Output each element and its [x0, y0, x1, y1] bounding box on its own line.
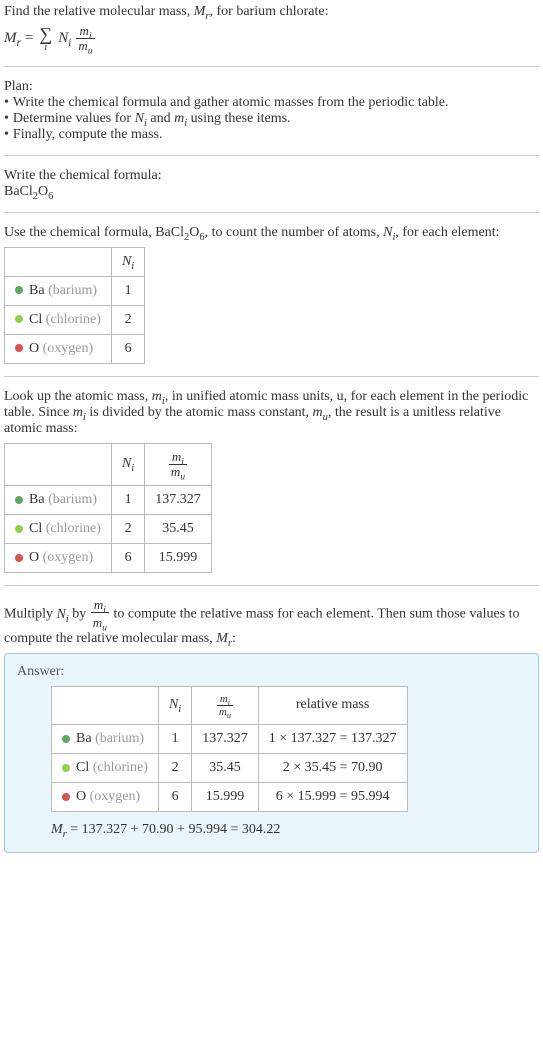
table-row: O (oxygen) 6 15.999 6 × 15.999 = 95.994: [52, 782, 408, 811]
count-text: Use the chemical formula, BaCl2O6, to co…: [4, 225, 539, 241]
ni-header: Ni: [111, 443, 144, 486]
table-row: Ba (barium) 1: [5, 276, 145, 305]
n-cell: 1: [158, 724, 191, 753]
sigma-symbol: ∑: [39, 25, 52, 43]
mass-cell: 15.999: [145, 544, 212, 573]
element-cell: Cl (chlorine): [5, 305, 112, 334]
element-dot: [15, 496, 23, 504]
element-dot: [15, 315, 23, 323]
lookup-text: Look up the atomic mass, mi, in unified …: [4, 389, 539, 437]
bullet: •: [4, 127, 9, 143]
write-formula-title: Write the chemical formula:: [4, 168, 539, 184]
element-dot: [62, 735, 70, 743]
mass-table: Ni mi mu Ba (barium) 1 137.327 Cl (chlor…: [4, 443, 212, 574]
final-equation: Mr = 137.327 + 70.90 + 95.994 = 304.22: [51, 822, 526, 838]
sigma: ∑ i: [39, 25, 52, 53]
relmass-cell: 2 × 35.45 = 70.90: [258, 753, 407, 782]
table-row: Ba (barium) 1 137.327 1 × 137.327 = 137.…: [52, 724, 408, 753]
answer-label: Answer:: [17, 664, 526, 680]
plan-item-text: Finally, compute the mass.: [13, 127, 163, 143]
answer-box: Answer: Ni mi mu relative mass Ba (bariu…: [4, 653, 539, 853]
plan-item-1: • Determine values for Ni and mi using t…: [4, 111, 539, 127]
element-cell: Ba (barium): [52, 724, 159, 753]
mass-cell: 35.45: [145, 515, 212, 544]
n-cell: 1: [111, 276, 144, 305]
n-cell: 6: [111, 544, 144, 573]
lookup-section: Look up the atomic mass, mi, in unified …: [4, 389, 539, 587]
mass-cell: 137.327: [192, 724, 259, 753]
ni-header: Ni: [111, 247, 144, 276]
plan-item-text: Write the chemical formula and gather at…: [13, 95, 449, 111]
intro-text-a: Find the relative molecular mass,: [4, 4, 194, 19]
element-dot: [15, 344, 23, 352]
element-cell: Ba (barium): [5, 486, 112, 515]
ni-term: Ni: [58, 30, 71, 47]
count-table: Ni Ba (barium) 1 Cl (chlorine) 2 O (oxyg…: [4, 247, 145, 364]
bullet: •: [4, 95, 9, 111]
element-dot: [15, 286, 23, 294]
relmass-cell: 1 × 137.327 = 137.327: [258, 724, 407, 753]
mr-formula: Mr = ∑ i Ni mi mu: [4, 24, 539, 54]
answer-section: Multiply Ni by mi mu to compute the rela…: [4, 598, 539, 853]
mi-over-mu: mi mu: [75, 24, 95, 54]
element-cell: O (oxygen): [5, 544, 112, 573]
empty-header: [5, 247, 112, 276]
element-dot: [15, 525, 23, 533]
mr-symbol: Mr: [194, 4, 210, 19]
relmass-cell: 6 × 15.999 = 95.994: [258, 782, 407, 811]
multiply-text: Multiply Ni by mi mu to compute the rela…: [4, 598, 539, 647]
ratio-header: mi mu: [145, 443, 212, 486]
empty-header: [5, 443, 112, 486]
element-cell: Ba (barium): [5, 276, 112, 305]
answer-table: Ni mi mu relative mass Ba (barium) 1 137…: [51, 686, 408, 812]
empty-header: [52, 686, 159, 724]
plan-item-2: • Finally, compute the mass.: [4, 127, 539, 143]
element-dot: [62, 764, 70, 772]
n-cell: 2: [111, 305, 144, 334]
intro-text-b: , for barium chlorate:: [210, 4, 329, 19]
table-row: Ba (barium) 1 137.327: [5, 486, 212, 515]
element-dot: [62, 793, 70, 801]
equals: =: [25, 30, 33, 47]
element-cell: Cl (chlorine): [5, 515, 112, 544]
count-section: Use the chemical formula, BaCl2O6, to co…: [4, 225, 539, 377]
plan-item-text: Determine values for Ni and mi using the…: [13, 111, 291, 127]
table-header-row: Ni mi mu relative mass: [52, 686, 408, 724]
mr-lhs: Mr: [4, 30, 21, 47]
mass-cell: 15.999: [192, 782, 259, 811]
table-row: Cl (chlorine) 2: [5, 305, 145, 334]
table-header-row: Ni mi mu: [5, 443, 212, 486]
n-cell: 2: [111, 515, 144, 544]
ni-header: Ni: [158, 686, 191, 724]
plan-item-0: • Write the chemical formula and gather …: [4, 95, 539, 111]
mass-cell: 137.327: [145, 486, 212, 515]
n-cell: 6: [158, 782, 191, 811]
chemical-formula: BaCl2O6: [4, 184, 539, 200]
sigma-sub: i: [44, 43, 47, 53]
element-dot: [15, 554, 23, 562]
relmass-header: relative mass: [258, 686, 407, 724]
element-cell: O (oxygen): [5, 334, 112, 363]
element-cell: O (oxygen): [52, 782, 159, 811]
table-row: Cl (chlorine) 2 35.45: [5, 515, 212, 544]
bullet: •: [4, 111, 9, 127]
intro-text: Find the relative molecular mass, Mr, fo…: [4, 4, 539, 20]
table-row: Cl (chlorine) 2 35.45 2 × 35.45 = 70.90: [52, 753, 408, 782]
plan-title: Plan:: [4, 79, 539, 95]
table-header-row: Ni: [5, 247, 145, 276]
intro-section: Find the relative molecular mass, Mr, fo…: [4, 4, 539, 67]
table-row: O (oxygen) 6: [5, 334, 145, 363]
ratio-header: mi mu: [192, 686, 259, 724]
plan-section: Plan: • Write the chemical formula and g…: [4, 79, 539, 156]
mass-cell: 35.45: [192, 753, 259, 782]
n-cell: 2: [158, 753, 191, 782]
element-cell: Cl (chlorine): [52, 753, 159, 782]
n-cell: 6: [111, 334, 144, 363]
n-cell: 1: [111, 486, 144, 515]
table-row: O (oxygen) 6 15.999: [5, 544, 212, 573]
write-formula-section: Write the chemical formula: BaCl2O6: [4, 168, 539, 213]
